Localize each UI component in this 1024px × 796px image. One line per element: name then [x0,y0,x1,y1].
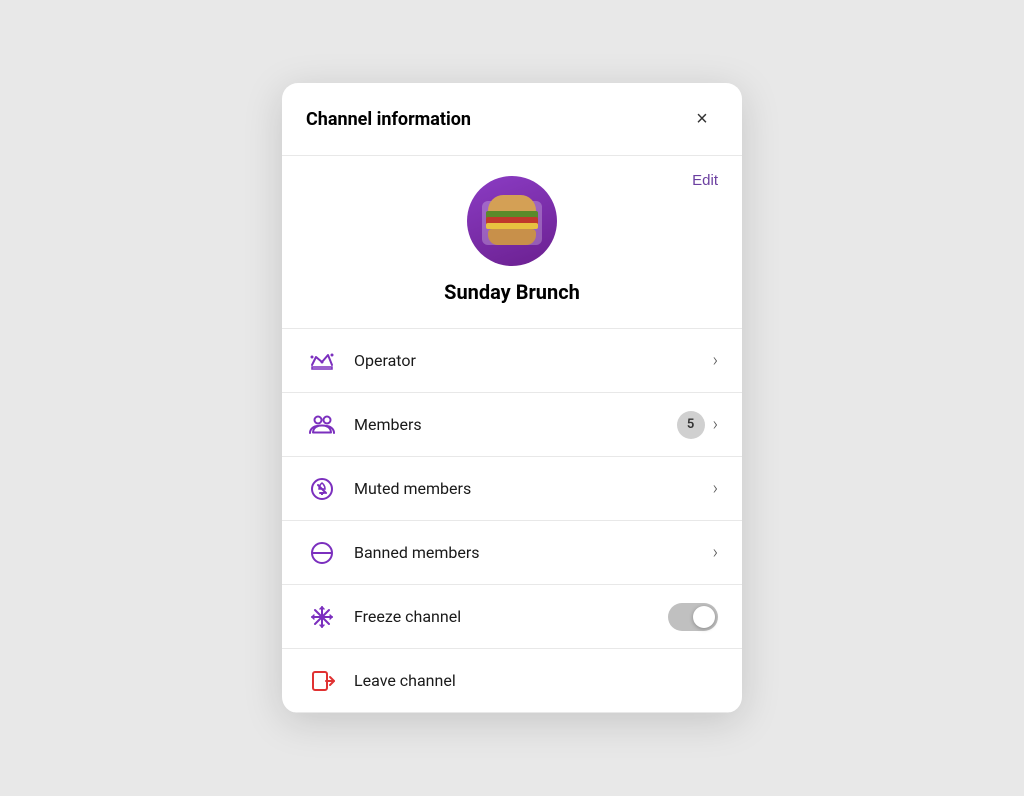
leave-icon [306,665,338,697]
freeze-toggle[interactable] [668,603,718,631]
members-label: Members [354,415,677,434]
edit-button[interactable]: Edit [692,172,718,189]
channel-name: Sunday Brunch [444,280,580,304]
crown-icon [306,345,338,377]
leave-channel-label: Leave channel [354,671,718,690]
menu-item-leave-channel[interactable]: Leave channel [282,649,742,713]
chevron-right-icon: › [713,478,718,499]
avatar [467,176,557,266]
menu-list: Operator › Members 5 › [282,329,742,713]
modal-title: Channel information [306,109,471,130]
muted-icon [306,473,338,505]
menu-item-banned-members[interactable]: Banned members › [282,521,742,585]
freeze-channel-label: Freeze channel [354,607,668,626]
members-badge: 5 [677,411,705,439]
muted-members-label: Muted members [354,479,713,498]
menu-item-freeze-channel[interactable]: Freeze channel [282,585,742,649]
banned-icon [306,537,338,569]
menu-item-members[interactable]: Members 5 › [282,393,742,457]
modal-header: Channel information × [282,83,742,156]
toggle-track [668,603,718,631]
members-icon [306,409,338,441]
chevron-right-icon: › [713,542,718,563]
menu-item-muted-members[interactable]: Muted members › [282,457,742,521]
channel-info-modal: Channel information × Edit Sunday Brunch [282,83,742,713]
close-button[interactable]: × [686,103,718,135]
avatar-image [467,176,557,266]
profile-section: Edit Sunday Brunch [282,156,742,329]
chevron-right-icon: › [713,414,718,435]
freeze-icon [306,601,338,633]
bread-bottom [488,229,536,245]
operator-label: Operator [354,351,713,370]
chevron-right-icon: › [713,350,718,371]
food-illustration [484,193,540,249]
banned-members-label: Banned members [354,543,713,562]
toggle-thumb [693,606,715,628]
menu-item-operator[interactable]: Operator › [282,329,742,393]
